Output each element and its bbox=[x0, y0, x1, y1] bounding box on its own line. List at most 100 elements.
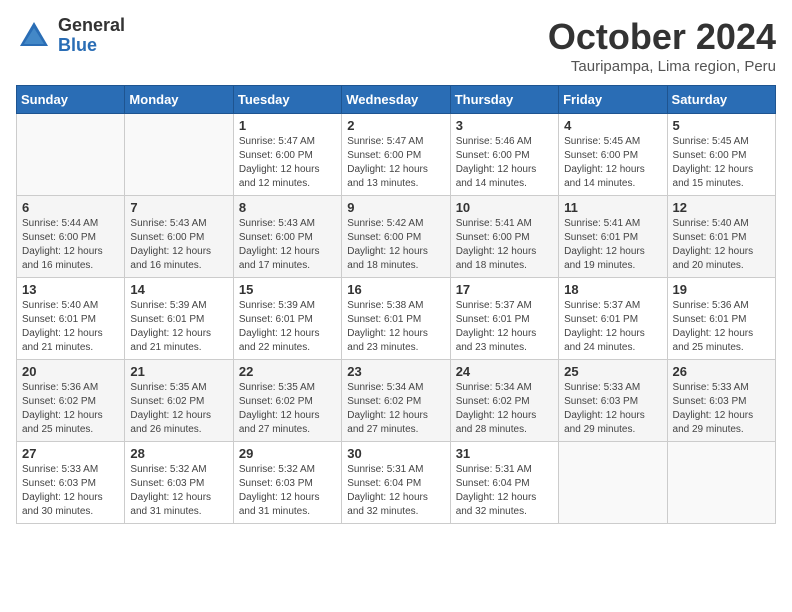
calendar-cell bbox=[125, 114, 233, 196]
cell-info: Sunrise: 5:31 AMSunset: 6:04 PMDaylight:… bbox=[347, 463, 444, 519]
calendar-cell: 3Sunrise: 5:46 AMSunset: 6:00 PMDaylight… bbox=[450, 114, 558, 196]
logo-general-label: General bbox=[58, 16, 125, 36]
calendar-cell: 25 Sunrise: 5:33 AMSunset: 6:03 PMDayligh… bbox=[559, 360, 667, 442]
calendar-title: October 2024 bbox=[548, 16, 776, 58]
cell-day-number: 29 bbox=[239, 446, 336, 461]
cell-day-number: 31 bbox=[456, 446, 553, 461]
cell-day-number: 16 bbox=[347, 282, 444, 297]
calendar-cell: 2 Sunrise: 5:47 AMSunset: 6:00 PMDaylight… bbox=[342, 114, 450, 196]
cell-day-number: 19 bbox=[673, 282, 770, 297]
calendar-cell: 13 Sunrise: 5:40 AMSunset: 6:01 PMDayligh… bbox=[17, 278, 125, 360]
calendar-cell: 23Sunrise: 5:34 AMSunset: 6:02 PMDayligh… bbox=[342, 360, 450, 442]
cell-day-number: 3 bbox=[456, 118, 553, 133]
cell-day-number: 22 bbox=[239, 364, 336, 379]
cell-day-number: 7 bbox=[130, 200, 227, 215]
calendar-cell: 26Sunrise: 5:33 AMSunset: 6:03 PMDayligh… bbox=[667, 360, 775, 442]
cell-info: Sunrise: 5:47 AMSunset: 6:00 PMDaylight:… bbox=[347, 135, 444, 191]
calendar-cell: 5 Sunrise: 5:45 AMSunset: 6:00 PMDaylight… bbox=[667, 114, 775, 196]
calendar-cell: 22Sunrise: 5:35 AMSunset: 6:02 PMDayligh… bbox=[233, 360, 341, 442]
calendar-week-row: 6 Sunrise: 5:44 AMSunset: 6:00 PMDaylight… bbox=[17, 196, 776, 278]
calendar-cell: 9 Sunrise: 5:42 AMSunset: 6:00 PMDaylight… bbox=[342, 196, 450, 278]
weekday-header-sunday: Sunday bbox=[17, 86, 125, 114]
cell-info: Sunrise: 5:47 AMSunset: 6:00 PMDaylight:… bbox=[239, 135, 336, 191]
cell-day-number: 27 bbox=[22, 446, 119, 461]
calendar-cell: 14 Sunrise: 5:39 AMSunset: 6:01 PMDayligh… bbox=[125, 278, 233, 360]
calendar-cell: 15 Sunrise: 5:39 AMSunset: 6:01 PMDayligh… bbox=[233, 278, 341, 360]
cell-day-number: 6 bbox=[22, 200, 119, 215]
cell-info: Sunrise: 5:40 AMSunset: 6:01 PMDaylight:… bbox=[22, 299, 119, 355]
cell-info: Sunrise: 5:39 AMSunset: 6:01 PMDaylight:… bbox=[130, 299, 227, 355]
calendar-cell: 28 Sunrise: 5:32 AMSunset: 6:03 PMDayligh… bbox=[125, 442, 233, 524]
cell-day-number: 12 bbox=[673, 200, 770, 215]
cell-info: Sunrise: 5:38 AMSunset: 6:01 PMDaylight:… bbox=[347, 299, 444, 355]
cell-day-number: 23 bbox=[347, 364, 444, 379]
cell-day-number: 14 bbox=[130, 282, 227, 297]
calendar-cell: 8 Sunrise: 5:43 AMSunset: 6:00 PMDaylight… bbox=[233, 196, 341, 278]
cell-day-number: 13 bbox=[22, 282, 119, 297]
calendar-table: SundayMondayTuesdayWednesdayThursdayFrid… bbox=[16, 85, 776, 524]
calendar-cell: 18Sunrise: 5:37 AMSunset: 6:01 PMDayligh… bbox=[559, 278, 667, 360]
calendar-subtitle: Tauripampa, Lima region, Peru bbox=[548, 58, 776, 75]
cell-info: Sunrise: 5:33 AMSunset: 6:03 PMDaylight:… bbox=[673, 381, 770, 437]
calendar-cell: 16 Sunrise: 5:38 AMSunset: 6:01 PMDayligh… bbox=[342, 278, 450, 360]
calendar-cell: 20Sunrise: 5:36 AMSunset: 6:02 PMDayligh… bbox=[17, 360, 125, 442]
cell-info: Sunrise: 5:43 AMSunset: 6:00 PMDaylight:… bbox=[239, 217, 336, 273]
cell-day-number: 2 bbox=[347, 118, 444, 133]
calendar-cell: 30 Sunrise: 5:31 AMSunset: 6:04 PMDayligh… bbox=[342, 442, 450, 524]
calendar-cell: 1 Sunrise: 5:47 AMSunset: 6:00 PMDaylight… bbox=[233, 114, 341, 196]
calendar-week-row: 27 Sunrise: 5:33 AMSunset: 6:03 PMDayligh… bbox=[17, 442, 776, 524]
cell-info: Sunrise: 5:33 AMSunset: 6:03 PMDaylight:… bbox=[22, 463, 119, 519]
cell-info: Sunrise: 5:45 AMSunset: 6:00 PMDaylight:… bbox=[673, 135, 770, 191]
cell-day-number: 18 bbox=[564, 282, 661, 297]
calendar-cell: 17 Sunrise: 5:37 AMSunset: 6:01 PMDayligh… bbox=[450, 278, 558, 360]
cell-info: Sunrise: 5:39 AMSunset: 6:01 PMDaylight:… bbox=[239, 299, 336, 355]
weekday-header-saturday: Saturday bbox=[667, 86, 775, 114]
logo[interactable]: General Blue bbox=[16, 16, 125, 56]
cell-day-number: 17 bbox=[456, 282, 553, 297]
calendar-cell: 12 Sunrise: 5:40 AMSunset: 6:01 PMDayligh… bbox=[667, 196, 775, 278]
weekday-header-row: SundayMondayTuesdayWednesdayThursdayFrid… bbox=[17, 86, 776, 114]
cell-day-number: 25 bbox=[564, 364, 661, 379]
cell-info: Sunrise: 5:36 AMSunset: 6:02 PMDaylight:… bbox=[22, 381, 119, 437]
cell-info: Sunrise: 5:32 AMSunset: 6:03 PMDaylight:… bbox=[130, 463, 227, 519]
cell-info: Sunrise: 5:36 AMSunset: 6:01 PMDaylight:… bbox=[673, 299, 770, 355]
cell-day-number: 24 bbox=[456, 364, 553, 379]
cell-info: Sunrise: 5:31 AMSunset: 6:04 PMDaylight:… bbox=[456, 463, 553, 519]
cell-info: Sunrise: 5:35 AMSunset: 6:02 PMDaylight:… bbox=[130, 381, 227, 437]
calendar-cell: 24 Sunrise: 5:34 AMSunset: 6:02 PMDayligh… bbox=[450, 360, 558, 442]
calendar-week-row: 20Sunrise: 5:36 AMSunset: 6:02 PMDayligh… bbox=[17, 360, 776, 442]
cell-info: Sunrise: 5:43 AMSunset: 6:00 PMDaylight:… bbox=[130, 217, 227, 273]
cell-day-number: 11 bbox=[564, 200, 661, 215]
calendar-cell bbox=[17, 114, 125, 196]
cell-day-number: 1 bbox=[239, 118, 336, 133]
weekday-header-monday: Monday bbox=[125, 86, 233, 114]
cell-day-number: 8 bbox=[239, 200, 336, 215]
title-block: October 2024 Tauripampa, Lima region, Pe… bbox=[548, 16, 776, 75]
cell-info: Sunrise: 5:34 AMSunset: 6:02 PMDaylight:… bbox=[456, 381, 553, 437]
cell-day-number: 10 bbox=[456, 200, 553, 215]
calendar-cell: 10Sunrise: 5:41 AMSunset: 6:00 PMDayligh… bbox=[450, 196, 558, 278]
cell-info: Sunrise: 5:42 AMSunset: 6:00 PMDaylight:… bbox=[347, 217, 444, 273]
cell-day-number: 15 bbox=[239, 282, 336, 297]
cell-info: Sunrise: 5:40 AMSunset: 6:01 PMDaylight:… bbox=[673, 217, 770, 273]
calendar-cell: 6 Sunrise: 5:44 AMSunset: 6:00 PMDaylight… bbox=[17, 196, 125, 278]
calendar-cell bbox=[667, 442, 775, 524]
calendar-cell: 7 Sunrise: 5:43 AMSunset: 6:00 PMDaylight… bbox=[125, 196, 233, 278]
cell-day-number: 5 bbox=[673, 118, 770, 133]
calendar-cell bbox=[559, 442, 667, 524]
cell-info: Sunrise: 5:44 AMSunset: 6:00 PMDaylight:… bbox=[22, 217, 119, 273]
calendar-cell: 21Sunrise: 5:35 AMSunset: 6:02 PMDayligh… bbox=[125, 360, 233, 442]
cell-info: Sunrise: 5:32 AMSunset: 6:03 PMDaylight:… bbox=[239, 463, 336, 519]
calendar-cell: 29 Sunrise: 5:32 AMSunset: 6:03 PMDayligh… bbox=[233, 442, 341, 524]
cell-day-number: 9 bbox=[347, 200, 444, 215]
cell-info: Sunrise: 5:41 AMSunset: 6:01 PMDaylight:… bbox=[564, 217, 661, 273]
cell-day-number: 30 bbox=[347, 446, 444, 461]
cell-day-number: 28 bbox=[130, 446, 227, 461]
cell-day-number: 4 bbox=[564, 118, 661, 133]
weekday-header-wednesday: Wednesday bbox=[342, 86, 450, 114]
weekday-header-thursday: Thursday bbox=[450, 86, 558, 114]
logo-blue-label: Blue bbox=[58, 36, 125, 56]
cell-info: Sunrise: 5:37 AMSunset: 6:01 PMDaylight:… bbox=[456, 299, 553, 355]
weekday-header-tuesday: Tuesday bbox=[233, 86, 341, 114]
cell-info: Sunrise: 5:33 AMSunset: 6:03 PMDaylight:… bbox=[564, 381, 661, 437]
